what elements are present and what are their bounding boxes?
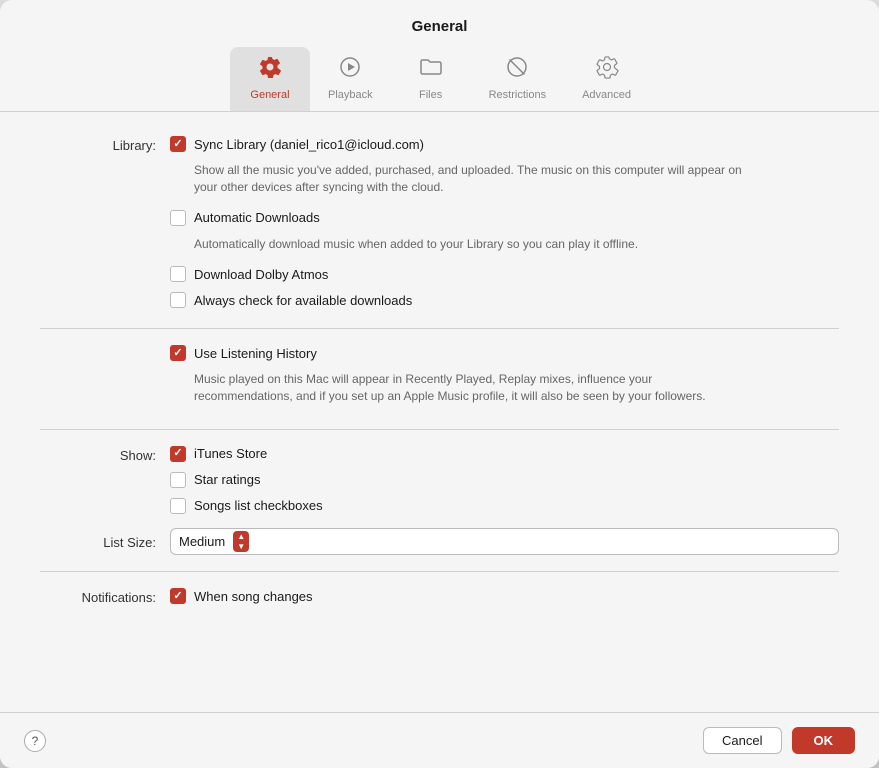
sync-library-label: Sync Library (daniel_rico1@icloud.com) — [194, 137, 424, 152]
library-row: Library: Sync Library (daniel_rico1@iclo… — [40, 136, 839, 312]
auto-downloads-checkbox[interactable] — [170, 210, 186, 226]
list-size-content: Medium ▲ ▼ — [170, 528, 839, 555]
songs-list-checkboxes-label: Songs list checkboxes — [194, 498, 323, 513]
library-label: Library: — [40, 136, 170, 153]
show-label: Show: — [40, 446, 170, 463]
when-song-changes-label: When song changes — [194, 589, 313, 604]
star-ratings-checkbox[interactable] — [170, 472, 186, 488]
tab-playback[interactable]: Playback — [310, 47, 391, 111]
divider-1 — [40, 328, 839, 329]
dolby-atmos-label: Download Dolby Atmos — [194, 267, 328, 282]
tab-files[interactable]: Files — [391, 47, 471, 111]
help-icon: ? — [32, 734, 39, 748]
cancel-button[interactable]: Cancel — [703, 727, 781, 754]
dialog-footer: ? Cancel OK — [0, 712, 879, 768]
check-downloads-label: Always check for available downloads — [194, 293, 412, 308]
when-song-changes-row: When song changes — [170, 588, 839, 604]
itunes-store-label: iTunes Store — [194, 446, 267, 461]
dialog-title: General — [0, 0, 879, 35]
notifications-row: Notifications: When song changes — [40, 588, 839, 608]
tab-restrictions-label: Restrictions — [489, 89, 546, 101]
listening-history-checkbox-row: Use Listening History — [170, 345, 839, 361]
divider-3 — [40, 571, 839, 572]
tab-playback-label: Playback — [328, 89, 373, 101]
notifications-content: When song changes — [170, 588, 839, 608]
stepper-down-icon: ▼ — [237, 542, 245, 552]
content-area: Library: Sync Library (daniel_rico1@iclo… — [0, 112, 879, 712]
auto-downloads-description: Automatically download music when added … — [194, 236, 754, 253]
notifications-label: Notifications: — [40, 588, 170, 605]
sync-library-checkbox[interactable] — [170, 136, 186, 152]
listening-history-label: Use Listening History — [194, 346, 317, 361]
tab-general-label: General — [250, 89, 289, 101]
show-row: Show: iTunes Store Star ratings Songs li… — [40, 446, 839, 518]
star-ratings-label: Star ratings — [194, 472, 260, 487]
listening-history-description: Music played on this Mac will appear in … — [194, 371, 754, 405]
help-button[interactable]: ? — [24, 730, 46, 752]
footer-buttons: Cancel OK — [703, 727, 855, 754]
listening-history-row: Use Listening History Music played on th… — [40, 345, 839, 413]
itunes-store-row: iTunes Store — [170, 446, 839, 462]
list-size-label: List Size: — [40, 533, 170, 550]
auto-downloads-row: Automatic Downloads — [170, 210, 839, 226]
stepper-arrows[interactable]: ▲ ▼ — [233, 531, 249, 552]
toolbar: General Playback Files — [0, 35, 879, 112]
gear-active-icon — [258, 55, 282, 85]
folder-icon — [419, 55, 443, 85]
tab-restrictions[interactable]: Restrictions — [471, 47, 564, 111]
check-downloads-row: Always check for available downloads — [170, 292, 839, 308]
sync-library-description: Show all the music you've added, purchas… — [194, 162, 754, 196]
divider-2 — [40, 429, 839, 430]
when-song-changes-checkbox[interactable] — [170, 588, 186, 604]
listening-history-content: Use Listening History Music played on th… — [170, 345, 839, 413]
dialog-window: General General Playback — [0, 0, 879, 768]
list-size-row: List Size: Medium ▲ ▼ — [40, 528, 839, 555]
tab-advanced[interactable]: Advanced — [564, 47, 649, 111]
restrict-icon — [505, 55, 529, 85]
check-downloads-checkbox[interactable] — [170, 292, 186, 308]
songs-list-checkboxes-checkbox[interactable] — [170, 498, 186, 514]
itunes-store-checkbox[interactable] — [170, 446, 186, 462]
dolby-atmos-checkbox[interactable] — [170, 266, 186, 282]
play-icon — [338, 55, 362, 85]
list-size-value: Medium — [179, 534, 225, 549]
tab-files-label: Files — [419, 89, 442, 101]
dolby-atmos-row: Download Dolby Atmos — [170, 266, 839, 282]
stepper-up-icon: ▲ — [237, 532, 245, 542]
show-content: iTunes Store Star ratings Songs list che… — [170, 446, 839, 518]
library-content: Sync Library (daniel_rico1@icloud.com) S… — [170, 136, 839, 312]
songs-list-checkboxes-row: Songs list checkboxes — [170, 498, 839, 514]
tab-advanced-label: Advanced — [582, 89, 631, 101]
sync-library-row: Sync Library (daniel_rico1@icloud.com) — [170, 136, 839, 152]
listening-history-checkbox[interactable] — [170, 345, 186, 361]
ok-button[interactable]: OK — [792, 727, 856, 754]
listening-history-spacer — [40, 345, 170, 347]
tab-general[interactable]: General — [230, 47, 310, 111]
gear-icon — [595, 55, 619, 85]
auto-downloads-label: Automatic Downloads — [194, 210, 320, 225]
star-ratings-row: Star ratings — [170, 472, 839, 488]
list-size-stepper[interactable]: Medium ▲ ▼ — [170, 528, 839, 555]
